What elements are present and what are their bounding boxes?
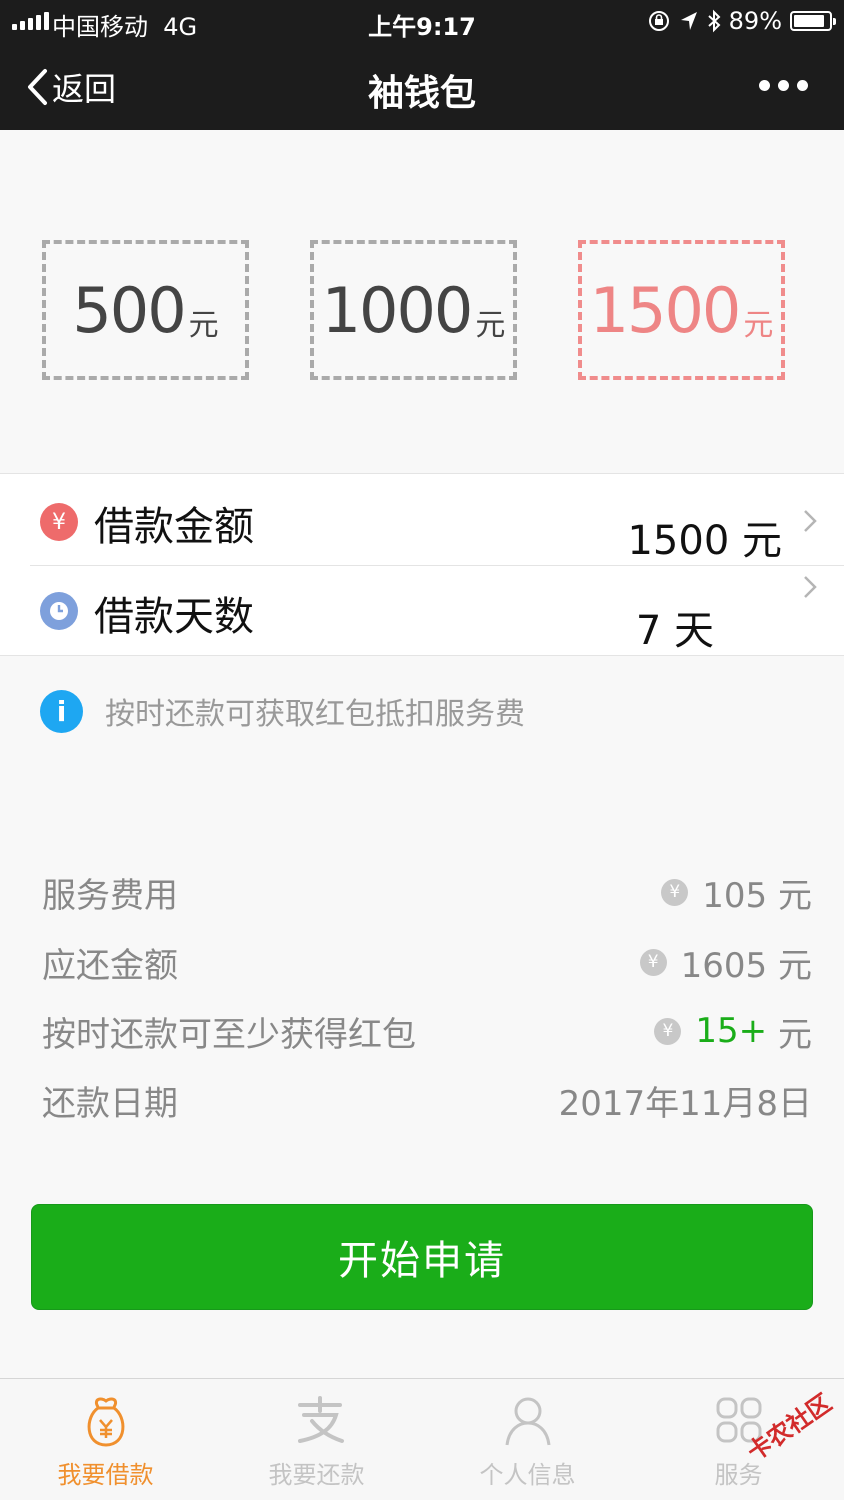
loan-days-label: 借款天数	[94, 594, 254, 640]
amount-unit: 元	[743, 308, 774, 343]
page-title: 袖钱包	[367, 73, 476, 114]
amount-value: 500	[72, 273, 186, 347]
amount-option-1000[interactable]: 1000 元	[310, 240, 517, 380]
person-icon	[505, 1397, 551, 1446]
tab-bar: 我要借款 我要还款 个人信息 服务	[0, 1378, 844, 1500]
bluetooth-icon	[707, 9, 721, 33]
repay-date-label: 还款日期	[42, 1083, 178, 1124]
repay-amount-value: 1605 元	[680, 945, 812, 986]
amount-unit: 元	[188, 308, 219, 343]
loan-amount-label: 借款金额	[94, 504, 254, 550]
loan-amount-row[interactable]: ¥ 借款金额 1500 元	[0, 474, 844, 566]
tab-label: 服务	[714, 1461, 763, 1489]
chevron-right-icon	[804, 510, 817, 532]
loan-days-row[interactable]: 借款天数 7 天	[0, 566, 844, 657]
tab-profile[interactable]: 个人信息	[422, 1379, 633, 1500]
amount-option-500[interactable]: 500 元	[42, 240, 249, 380]
repay-date-row: 还款日期 2017年11月8日	[42, 1075, 812, 1125]
repay-date-value: 2017年11月8日	[558, 1083, 812, 1124]
red-packet-value: 15+	[695, 1011, 768, 1051]
status-icons: 89%	[647, 7, 836, 35]
chevron-right-icon	[804, 576, 817, 598]
notice: i 按时还款可获取红包抵扣服务费	[40, 689, 525, 733]
clock-icon	[40, 592, 78, 630]
battery-icon	[790, 11, 836, 31]
money-bag-icon	[87, 1397, 125, 1447]
loan-settings: ¥ 借款金额 1500 元 借款天数 7 天	[0, 473, 844, 656]
repay-amount-label: 应还金额	[42, 945, 178, 986]
service-fee-label: 服务费用	[42, 875, 178, 916]
more-button[interactable]	[759, 80, 808, 91]
tab-borrow[interactable]: 我要借款	[0, 1379, 211, 1500]
repay-amount-row: 应还金额 ¥1605 元	[42, 937, 812, 987]
service-fee-row: 服务费用 ¥105 元	[42, 867, 812, 917]
service-fee-value: 105 元	[702, 875, 812, 916]
apply-button[interactable]: 开始申请	[31, 1204, 813, 1310]
red-packet-label: 按时还款可至少获得红包	[42, 1014, 416, 1055]
tab-label: 我要还款	[268, 1461, 365, 1489]
red-packet-row: 按时还款可至少获得红包 ¥15+ 元	[42, 1006, 812, 1056]
status-bar: 中国移动 4G 上午9:17 89%	[0, 0, 844, 42]
amount-value: 1500	[589, 273, 742, 347]
rotation-lock-icon	[648, 11, 669, 31]
notice-text: 按时还款可获取红包抵扣服务费	[105, 697, 525, 732]
info-icon: i	[40, 689, 83, 733]
loan-amount-value: 1500 元	[627, 518, 782, 564]
yen-icon: ¥	[40, 503, 78, 541]
tab-repay[interactable]: 我要还款	[211, 1379, 422, 1500]
alipay-icon	[298, 1396, 344, 1443]
red-packet-unit: 元	[778, 1014, 812, 1055]
location-icon	[680, 12, 697, 30]
amount-value: 1000	[321, 273, 474, 347]
tab-label: 我要借款	[57, 1461, 154, 1489]
loan-days-value: 7 天	[635, 608, 714, 654]
amount-unit: 元	[475, 308, 506, 343]
tab-label: 个人信息	[479, 1461, 576, 1489]
yen-icon: ¥	[654, 1017, 682, 1045]
battery-percent: 89%	[728, 7, 782, 35]
amount-option-1500[interactable]: 1500 元	[578, 240, 785, 380]
yen-icon: ¥	[639, 948, 667, 976]
nav-bar: 返回 袖钱包	[0, 42, 844, 130]
yen-icon: ¥	[661, 878, 689, 906]
